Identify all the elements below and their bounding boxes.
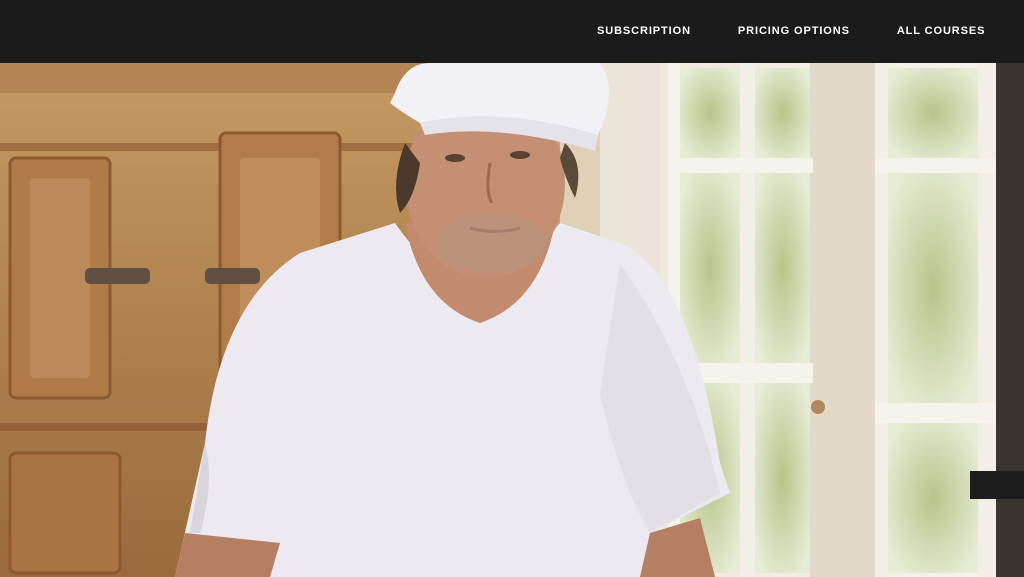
cabinet-handle-icon [85,268,150,284]
top-navigation-bar: SUBSCRIPTION PRICING OPTIONS ALL COURSES… [0,0,1024,63]
nav-link-pricing-options[interactable]: PRICING OPTIONS [738,26,850,37]
nav-link-subscription[interactable]: SUBSCRIPTION [597,26,691,37]
nav-link-all-courses[interactable]: ALL COURSES [897,26,986,37]
hero-illustration [0,63,1024,577]
main-nav: SUBSCRIPTION PRICING OPTIONS ALL COURSES… [597,0,1024,63]
hero-video-frame[interactable] [0,63,1024,577]
